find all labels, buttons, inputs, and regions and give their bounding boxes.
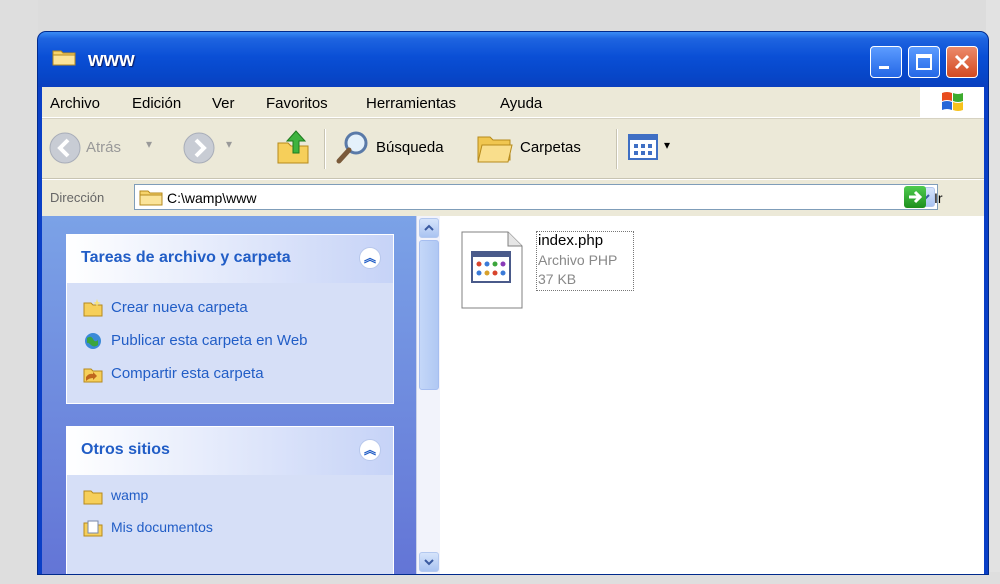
close-button[interactable] bbox=[946, 46, 978, 78]
task-share-folder[interactable]: Compartir esta carpeta bbox=[83, 365, 264, 387]
task-new-folder-label: Crear nueva carpeta bbox=[111, 299, 248, 316]
address-value: C:\wamp\www bbox=[167, 190, 257, 206]
up-folder-button[interactable] bbox=[272, 127, 314, 169]
minimize-icon bbox=[879, 66, 889, 69]
address-label: Dirección bbox=[50, 190, 105, 205]
search-label: Búsqueda bbox=[376, 139, 444, 156]
toolbar-separator bbox=[616, 129, 617, 169]
go-arrow-icon bbox=[909, 190, 923, 204]
folders-button[interactable]: Carpetas bbox=[474, 127, 608, 169]
forward-arrow-icon bbox=[183, 132, 215, 164]
folder-icon bbox=[139, 190, 163, 206]
views-icon bbox=[628, 134, 658, 160]
my-documents-icon bbox=[83, 520, 103, 537]
up-folder-icon bbox=[277, 130, 309, 164]
go-label[interactable]: Ir bbox=[934, 190, 943, 206]
maximize-button[interactable] bbox=[908, 46, 940, 78]
standard-toolbar: Atrás ▾ ▾ Búsqueda Carpetas ▾ bbox=[42, 118, 984, 179]
other-places-panel: Otros sitios ︽ wamp Mis documentos bbox=[66, 426, 394, 574]
task-publish-web[interactable]: Publicar esta carpeta en Web bbox=[83, 332, 308, 354]
collapse-other-places-button[interactable]: ︽ bbox=[359, 439, 381, 461]
place-my-documents[interactable]: Mis documentos bbox=[83, 519, 213, 541]
views-button[interactable]: ▾ bbox=[626, 129, 682, 165]
forward-button[interactable]: ▾ bbox=[182, 129, 242, 167]
file-tasks-title: Tareas de archivo y carpeta bbox=[81, 249, 291, 266]
title-bar[interactable]: www bbox=[38, 32, 988, 87]
address-field[interactable]: C:\wamp\www bbox=[134, 184, 938, 210]
content-area: Tareas de archivo y carpeta ︽ Crear nuev… bbox=[42, 216, 984, 574]
task-publish-web-label: Publicar esta carpeta en Web bbox=[111, 332, 308, 349]
folders-icon bbox=[477, 136, 513, 163]
window-title: www bbox=[88, 49, 135, 71]
other-places-title: Otros sitios bbox=[81, 441, 170, 458]
windows-flag-icon bbox=[942, 92, 963, 111]
menu-archivo[interactable]: Archivo bbox=[50, 95, 100, 112]
minimize-button[interactable] bbox=[870, 46, 902, 78]
back-arrow-icon bbox=[49, 132, 81, 164]
task-share-folder-label: Compartir esta carpeta bbox=[111, 365, 264, 382]
back-label: Atrás bbox=[86, 139, 122, 156]
forward-dropdown-icon[interactable]: ▾ bbox=[226, 137, 232, 151]
place-wamp-label: wamp bbox=[111, 487, 149, 503]
share-folder-icon bbox=[83, 368, 103, 383]
window-client: Archivo Edición Ver Favoritos Herramient… bbox=[42, 87, 984, 574]
task-pane-scrollbar[interactable] bbox=[416, 216, 440, 574]
file-name: index.php bbox=[538, 232, 604, 249]
folder-icon bbox=[83, 490, 103, 505]
folders-label: Carpetas bbox=[520, 139, 581, 156]
scroll-down-button[interactable] bbox=[419, 552, 439, 572]
file-tasks-header[interactable]: Tareas de archivo y carpeta ︽ bbox=[67, 235, 393, 283]
close-icon bbox=[954, 54, 970, 70]
windows-logo bbox=[920, 87, 984, 117]
address-bar: Dirección C:\wamp\www Ir bbox=[42, 179, 984, 216]
search-button[interactable]: Búsqueda bbox=[334, 127, 464, 169]
desktop-background-left bbox=[0, 0, 38, 584]
task-pane: Tareas de archivo y carpeta ︽ Crear nuev… bbox=[42, 216, 416, 574]
views-dropdown-icon: ▾ bbox=[664, 138, 671, 152]
menu-herramientas[interactable]: Herramientas bbox=[366, 95, 456, 112]
back-button[interactable]: Atrás ▾ bbox=[48, 129, 166, 167]
menu-bar: Archivo Edición Ver Favoritos Herramient… bbox=[42, 87, 984, 118]
task-new-folder[interactable]: Crear nueva carpeta bbox=[83, 299, 248, 321]
globe-icon bbox=[85, 333, 101, 350]
place-wamp[interactable]: wamp bbox=[83, 487, 148, 509]
chevron-up-icon bbox=[424, 224, 434, 231]
other-places-header[interactable]: Otros sitios ︽ bbox=[67, 427, 393, 475]
search-icon bbox=[336, 131, 368, 164]
menu-ayuda[interactable]: Ayuda bbox=[500, 95, 542, 112]
menu-edicion[interactable]: Edición bbox=[132, 95, 181, 112]
php-file-icon bbox=[461, 231, 523, 309]
folder-icon bbox=[52, 50, 76, 66]
explorer-window: www Archivo Edición Ver Favoritos Herram… bbox=[38, 32, 988, 574]
scroll-thumb[interactable] bbox=[419, 240, 439, 390]
file-size: 37 KB bbox=[538, 271, 577, 287]
chevron-down-icon bbox=[424, 559, 434, 566]
menu-ver[interactable]: Ver bbox=[212, 95, 235, 112]
go-button[interactable] bbox=[904, 186, 926, 208]
file-tasks-panel: Tareas de archivo y carpeta ︽ Crear nuev… bbox=[66, 234, 394, 404]
desktop-background-right bbox=[986, 0, 1000, 584]
file-type: Archivo PHP bbox=[538, 252, 618, 268]
back-dropdown-icon[interactable]: ▾ bbox=[146, 137, 152, 151]
maximize-icon bbox=[916, 54, 932, 70]
place-my-documents-label: Mis documentos bbox=[111, 519, 213, 535]
collapse-file-tasks-button[interactable]: ︽ bbox=[359, 247, 381, 269]
new-folder-icon bbox=[83, 299, 103, 317]
toolbar-separator bbox=[324, 129, 325, 169]
menu-favoritos[interactable]: Favoritos bbox=[266, 95, 328, 112]
scroll-up-button[interactable] bbox=[419, 218, 439, 238]
